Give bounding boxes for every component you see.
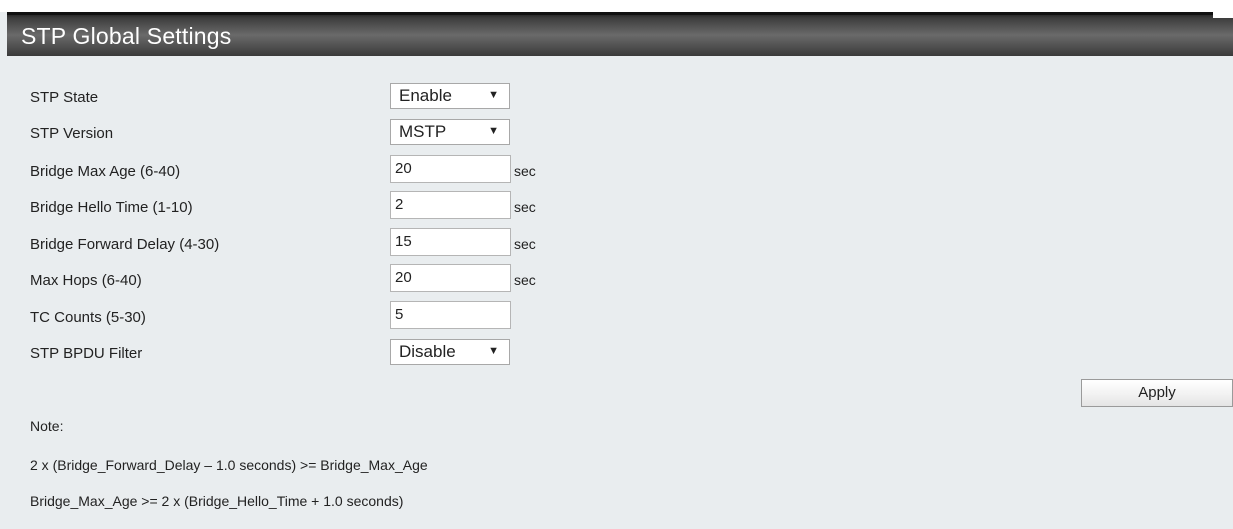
bridge-hello-time-row: Bridge Hello Time (1-10) 2 sec xyxy=(0,191,1233,219)
bridge-max-age-unit: sec xyxy=(514,163,536,179)
bridge-max-age-row: Bridge Max Age (6-40) 20 sec xyxy=(0,155,1233,183)
bridge-forward-delay-input[interactable]: 15 xyxy=(390,228,511,256)
bridge-max-age-value: 20 xyxy=(395,160,412,177)
tc-counts-value: 5 xyxy=(395,306,404,323)
max-hops-input[interactable]: 20 xyxy=(390,264,511,292)
tc-counts-row: TC Counts (5-30) 5 xyxy=(0,301,1233,329)
stp-version-row: STP Version MSTP ▼ xyxy=(0,119,1233,147)
stp-version-select[interactable]: MSTP ▼ xyxy=(390,119,510,145)
bridge-hello-time-input[interactable]: 2 xyxy=(390,191,511,219)
bridge-forward-delay-label: Bridge Forward Delay (4-30) xyxy=(30,236,220,253)
bridge-forward-delay-row: Bridge Forward Delay (4-30) 15 sec xyxy=(0,228,1233,256)
stp-state-row: STP State Enable ▼ xyxy=(0,83,1233,111)
page-title: STP Global Settings xyxy=(21,23,232,49)
note-heading: Note: xyxy=(30,418,64,434)
stp-state-select[interactable]: Enable ▼ xyxy=(390,83,510,109)
top-border xyxy=(0,0,1233,12)
chevron-down-icon: ▼ xyxy=(488,125,499,137)
stp-state-value: Enable xyxy=(399,86,452,105)
stp-bpdu-filter-label: STP BPDU Filter xyxy=(30,345,143,362)
stp-version-label: STP Version xyxy=(30,125,114,142)
stp-version-value: MSTP xyxy=(399,122,447,141)
stp-bpdu-filter-value: Disable xyxy=(399,342,456,361)
apply-button[interactable]: Apply xyxy=(1081,379,1233,407)
panel-title-bar: STP Global Settings xyxy=(7,12,1233,56)
note-line-2: Bridge_Max_Age >= 2 x (Bridge_Hello_Time… xyxy=(30,493,404,509)
stp-bpdu-filter-row: STP BPDU Filter Disable ▼ xyxy=(0,339,1233,367)
max-hops-unit: sec xyxy=(514,272,536,288)
bridge-hello-time-value: 2 xyxy=(395,196,404,213)
bridge-forward-delay-unit: sec xyxy=(514,236,536,252)
chevron-down-icon: ▼ xyxy=(488,345,499,357)
bridge-hello-time-label: Bridge Hello Time (1-10) xyxy=(30,199,193,216)
tc-counts-label: TC Counts (5-30) xyxy=(30,309,146,326)
bridge-max-age-label: Bridge Max Age (6-40) xyxy=(30,163,181,180)
max-hops-value: 20 xyxy=(395,269,412,286)
note-line-1: 2 x (Bridge_Forward_Delay – 1.0 seconds)… xyxy=(30,457,428,473)
tc-counts-input[interactable]: 5 xyxy=(390,301,511,329)
stp-bpdu-filter-select[interactable]: Disable ▼ xyxy=(390,339,510,365)
chevron-down-icon: ▼ xyxy=(488,89,499,101)
bridge-hello-time-unit: sec xyxy=(514,199,536,215)
title-bar-corner xyxy=(1213,12,1233,18)
stp-state-label: STP State xyxy=(30,89,99,106)
bridge-forward-delay-value: 15 xyxy=(395,233,412,250)
max-hops-label: Max Hops (6-40) xyxy=(30,272,142,289)
max-hops-row: Max Hops (6-40) 20 sec xyxy=(0,264,1233,292)
bridge-max-age-input[interactable]: 20 xyxy=(390,155,511,183)
